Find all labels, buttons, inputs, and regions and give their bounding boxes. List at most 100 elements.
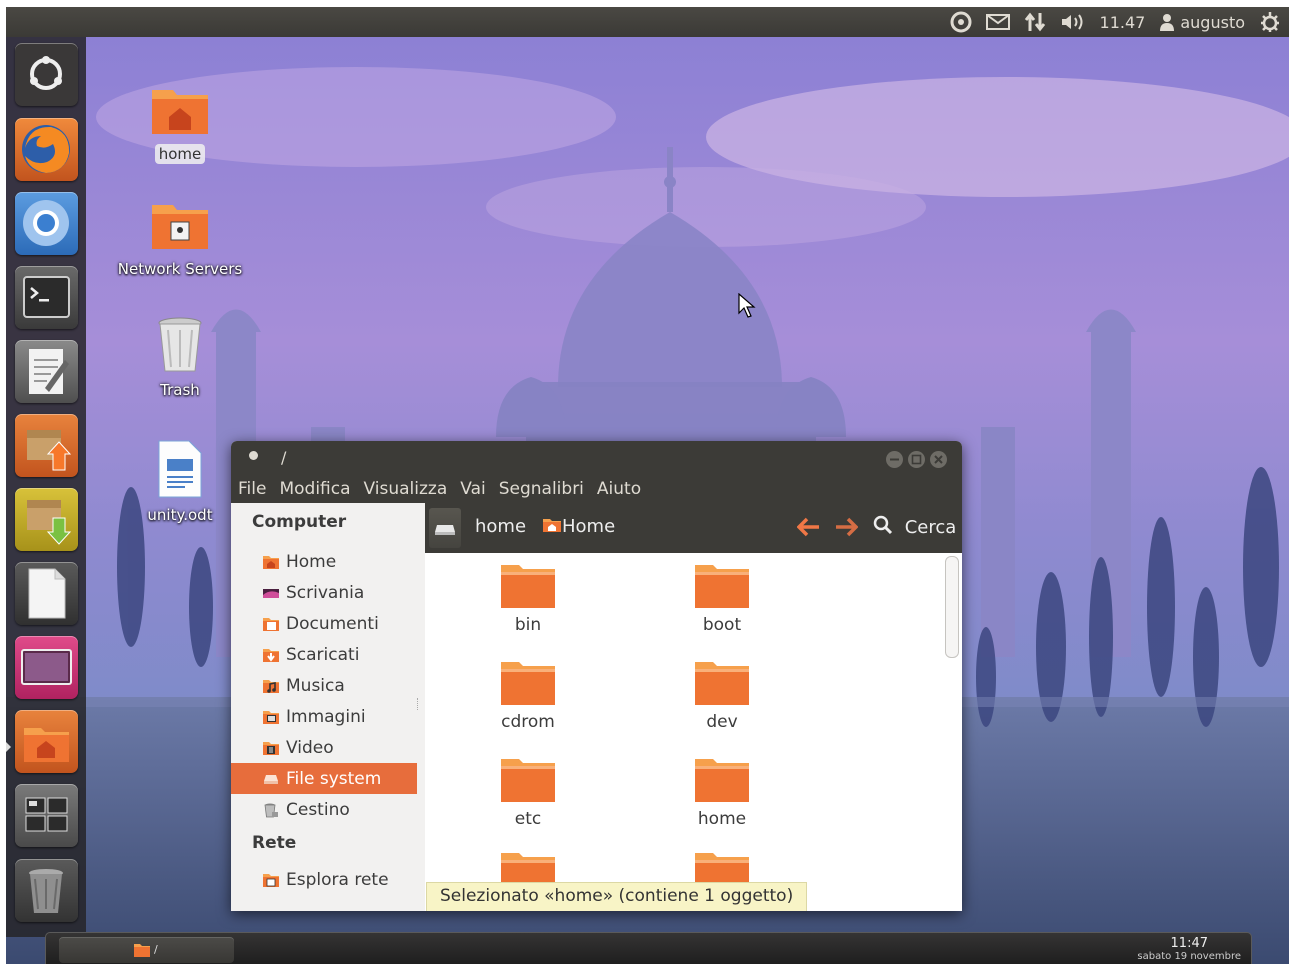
- folder-item[interactable]: bin: [458, 562, 598, 635]
- breadcrumb-home[interactable]: home: [475, 516, 526, 537]
- sidebar-item-label: Musica: [286, 675, 345, 696]
- forward-button[interactable]: [834, 517, 859, 541]
- chromium-launcher[interactable]: [15, 192, 78, 255]
- folder-item[interactable]: boot: [652, 562, 792, 635]
- folder-item[interactable]: home: [652, 756, 792, 829]
- taskbar-window-button[interactable]: /: [59, 937, 234, 963]
- desktop-icon-home[interactable]: home: [110, 84, 250, 164]
- folder-icon: [695, 662, 749, 705]
- music-icon: [262, 678, 280, 694]
- mouse-pointer-icon: [738, 293, 756, 318]
- maximize-icon: [911, 454, 922, 465]
- folder-name: cdrom: [501, 712, 555, 732]
- file-manager-window: / File Modifica Visualizza Vai Segnalibr…: [231, 441, 962, 911]
- sidebar-item-home[interactable]: Home: [231, 546, 417, 577]
- desktop-icon-label: home: [154, 144, 206, 164]
- home-folder-icon: [152, 90, 208, 134]
- back-button[interactable]: [796, 517, 821, 541]
- user-icon: [1160, 14, 1175, 31]
- gear-icon[interactable]: [1259, 7, 1281, 37]
- trash-launcher[interactable]: [15, 859, 78, 922]
- text-editor-launcher[interactable]: [15, 340, 78, 403]
- network-folder-icon: [152, 205, 208, 249]
- firefox-launcher[interactable]: [15, 118, 78, 181]
- ubuntu-logo-icon: [30, 56, 62, 90]
- home-folder-launcher[interactable]: [15, 710, 78, 773]
- archive-download-launcher[interactable]: [15, 488, 78, 551]
- sidebar-item-esplora-rete[interactable]: Esplora rete: [231, 864, 417, 895]
- chromium-icon: [23, 200, 69, 246]
- downloads-icon: [262, 647, 280, 663]
- folder-item[interactable]: etc: [458, 756, 598, 829]
- back-arrow-icon: [796, 517, 819, 537]
- search-button[interactable]: Cerca: [873, 515, 956, 538]
- sidebar-item-file-system[interactable]: File system: [231, 763, 417, 794]
- close-button[interactable]: [930, 451, 947, 468]
- vertical-scrollbar[interactable]: [945, 556, 959, 658]
- menu-modifica[interactable]: Modifica: [279, 479, 350, 499]
- sidebar-item-musica[interactable]: Musica: [231, 670, 417, 701]
- network-icon[interactable]: [1024, 7, 1046, 37]
- trash-icon: [158, 317, 202, 372]
- user-menu[interactable]: augusto: [1159, 7, 1245, 37]
- folder-name: dev: [706, 712, 738, 732]
- taskbar-window-label: /: [154, 943, 158, 956]
- clock-text[interactable]: 11.47: [1100, 7, 1146, 37]
- sidebar-item-cestino[interactable]: Cestino: [231, 794, 417, 825]
- trash-icon: [29, 869, 63, 913]
- top-panel: 11.47 augusto: [6, 7, 1289, 37]
- folder-item[interactable]: cdrom: [458, 659, 598, 732]
- menu-visualizza[interactable]: Visualizza: [364, 479, 448, 499]
- mail-icon[interactable]: [985, 7, 1010, 37]
- breadcrumb-current[interactable]: Home: [542, 516, 615, 537]
- menu-file[interactable]: File: [238, 479, 266, 499]
- terminal-launcher[interactable]: [15, 266, 78, 329]
- sidebar-item-label: Scrivania: [286, 582, 365, 603]
- package-upload-icon: [27, 430, 72, 471]
- desktop-screen: 11.47 augusto home Network Servers Trash…: [6, 7, 1289, 964]
- archive-upload-launcher[interactable]: [15, 414, 78, 477]
- sidebar-resize-handle[interactable]: [417, 698, 422, 710]
- harddisk-icon: [262, 771, 280, 787]
- folder-icon: [501, 662, 555, 705]
- window-menu-icon[interactable]: [249, 451, 258, 460]
- network-folder-icon: [262, 872, 280, 888]
- workspace-switcher-launcher[interactable]: [15, 784, 78, 847]
- desktop-icon-trash[interactable]: Trash: [110, 316, 250, 400]
- menu-vai[interactable]: Vai: [460, 479, 485, 499]
- sidebar-item-documenti[interactable]: Documenti: [231, 608, 417, 639]
- menu-segnalibri[interactable]: Segnalibri: [499, 479, 584, 499]
- folder-name: bin: [514, 615, 542, 635]
- menu-aiuto[interactable]: Aiuto: [597, 479, 641, 499]
- maximize-button[interactable]: [908, 451, 925, 468]
- libreoffice-launcher[interactable]: [15, 562, 78, 625]
- dash-home-button[interactable]: [15, 43, 78, 106]
- places-sidebar: Computer Home Scrivania Documenti Scaric…: [231, 503, 425, 911]
- minimize-button[interactable]: [886, 451, 903, 468]
- sidebar-item-immagini[interactable]: Immagini: [231, 701, 417, 732]
- window-titlebar[interactable]: /: [231, 441, 962, 475]
- pictures-icon: [262, 709, 280, 725]
- bottom-clock-time[interactable]: 11:47: [1171, 936, 1208, 951]
- search-icon: [873, 515, 893, 535]
- folder-item[interactable]: dev: [652, 659, 792, 732]
- folder-name: home: [697, 809, 747, 829]
- volume-icon[interactable]: [1060, 7, 1086, 37]
- sidebar-item-video[interactable]: Video: [231, 732, 417, 763]
- image-viewer-launcher[interactable]: [15, 636, 78, 699]
- harddisk-icon: [435, 525, 455, 535]
- text-editor-icon: [29, 349, 69, 394]
- file-view: bin boot cdrom dev etc home: [425, 553, 962, 911]
- sidebar-item-scaricati[interactable]: Scaricati: [231, 639, 417, 670]
- sidebar-item-label: File system: [286, 768, 382, 789]
- active-indicator-arrow: [6, 742, 11, 752]
- breadcrumb-root-button[interactable]: [429, 508, 461, 548]
- desktop-icon-network-servers[interactable]: Network Servers: [110, 201, 250, 279]
- ubuntu-one-icon[interactable]: [950, 7, 972, 37]
- screen-image-icon: [21, 649, 72, 685]
- sidebar-item-label: Immagini: [286, 706, 366, 727]
- desktop-icon-unity-odt[interactable]: unity.odt: [110, 439, 250, 525]
- desktop-icon-label: Network Servers: [117, 260, 243, 278]
- sidebar-item-scrivania[interactable]: Scrivania: [231, 577, 417, 608]
- document-icon: [28, 568, 66, 619]
